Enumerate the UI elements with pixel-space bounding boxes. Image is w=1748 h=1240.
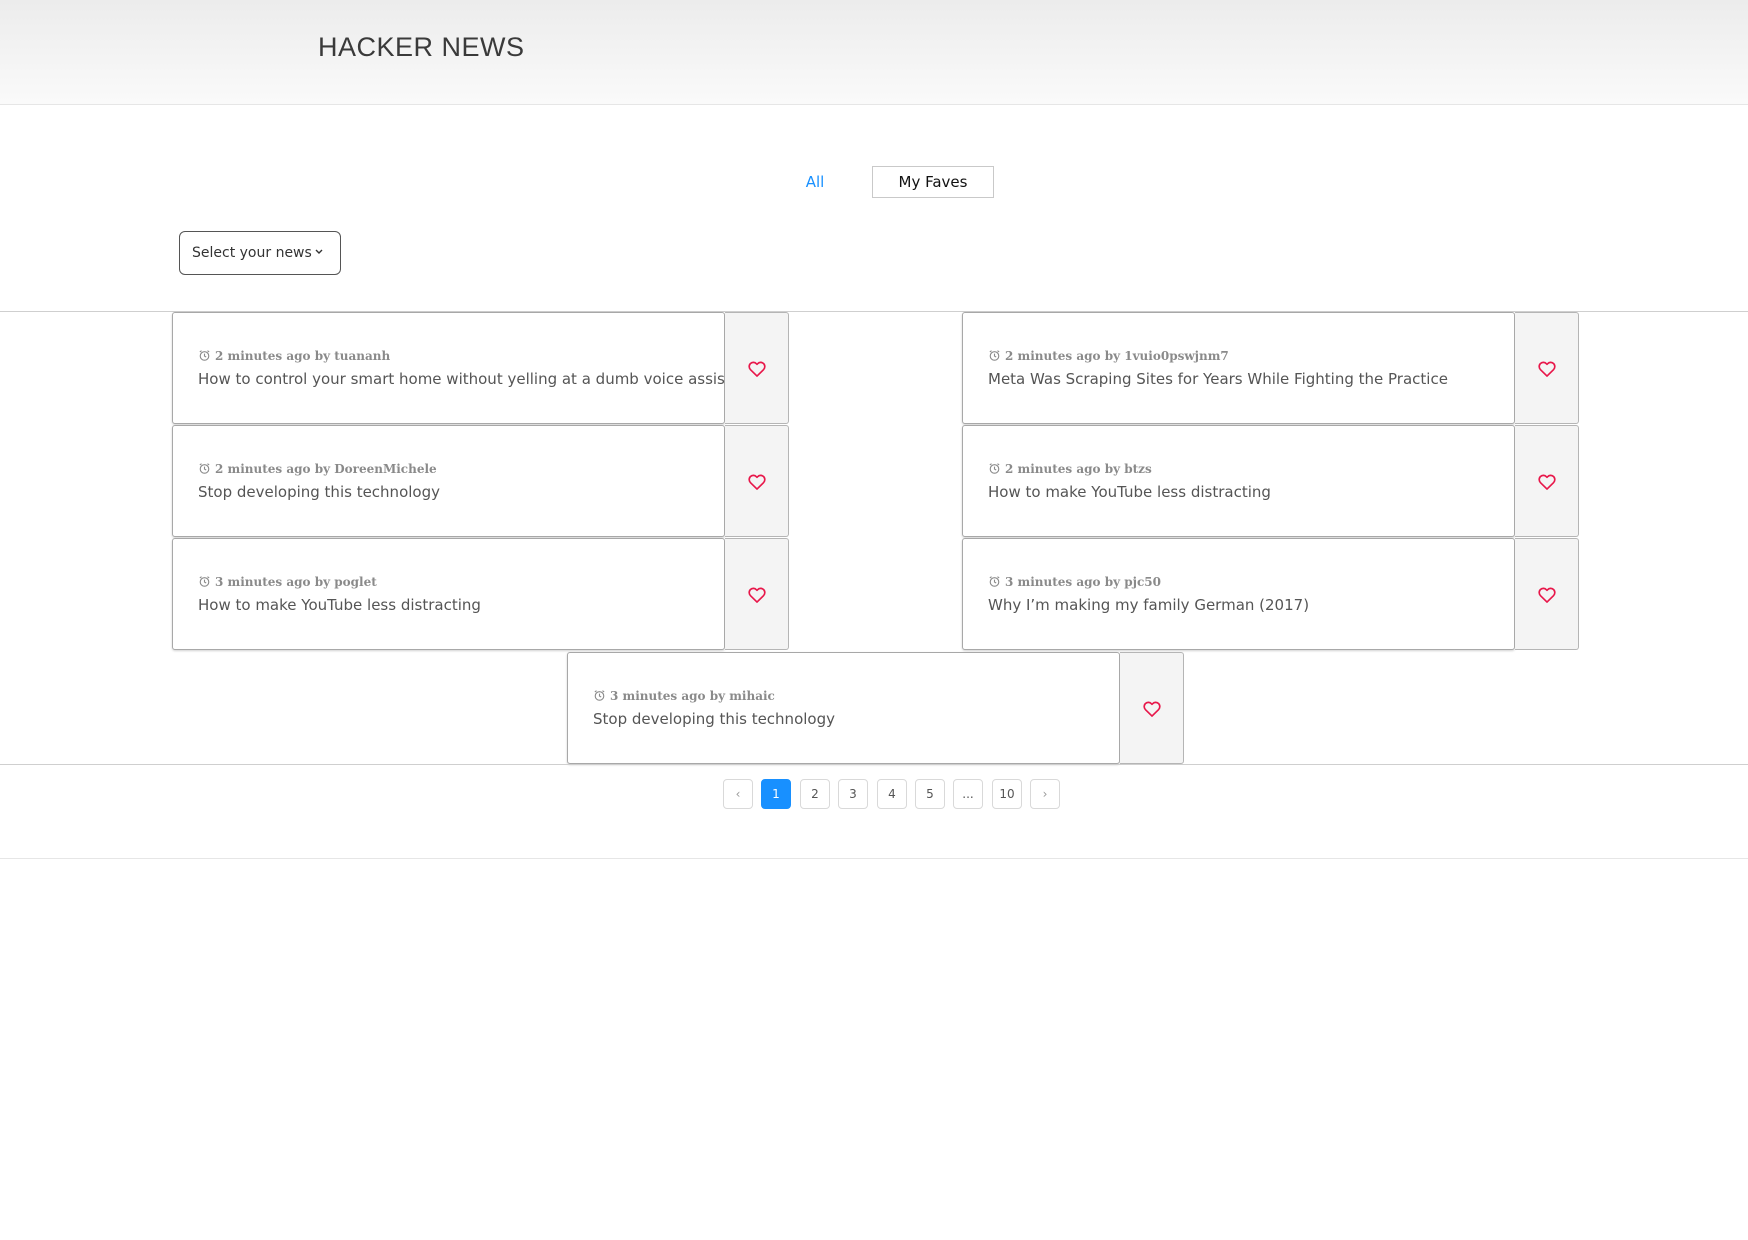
story-body[interactable]: 2 minutes ago by btzs How to make YouTube…	[962, 425, 1515, 537]
list-divider-bottom	[0, 764, 1748, 765]
favorite-button[interactable]	[1120, 652, 1184, 764]
news-select[interactable]: Select your news	[179, 231, 341, 275]
story-card: 3 minutes ago by mihaic Stop developing t…	[567, 652, 1184, 764]
story-body[interactable]: 2 minutes ago by tuananh How to control y…	[172, 312, 755, 424]
clock-icon	[989, 350, 1000, 361]
pagination-page-4[interactable]: 4	[877, 779, 907, 809]
clock-icon	[199, 463, 210, 474]
heart-icon	[748, 587, 766, 603]
story-meta-text: 2 minutes ago by DoreenMichele	[215, 462, 437, 476]
tab-my-faves[interactable]: My Faves	[872, 166, 994, 198]
story-title[interactable]: Why I’m making my family German (2017)	[988, 596, 1309, 614]
pagination-prev[interactable]: ‹	[723, 779, 753, 809]
clock-icon	[594, 690, 605, 701]
story-title[interactable]: Stop developing this technology	[593, 710, 835, 728]
tab-bar: All My Faves	[0, 166, 1748, 198]
clock-icon	[989, 576, 1000, 587]
pagination-page-5[interactable]: 5	[915, 779, 945, 809]
story-title[interactable]: How to make YouTube less distracting	[988, 483, 1271, 501]
story-card: 2 minutes ago by 1vuio0pswjnm7 Meta Was S…	[962, 312, 1579, 424]
pagination-page-3[interactable]: 3	[838, 779, 868, 809]
story-meta: 2 minutes ago by DoreenMichele	[198, 462, 437, 476]
pagination-page-2[interactable]: 2	[800, 779, 830, 809]
story-card: 2 minutes ago by tuananh How to control y…	[172, 312, 789, 424]
heart-icon	[1538, 587, 1556, 603]
story-card: 3 minutes ago by poglet How to make YouTu…	[172, 538, 789, 650]
pagination: ‹ 1 2 3 4 5 ... 10 ›	[0, 779, 1748, 811]
tab-all[interactable]: All	[790, 166, 840, 198]
favorite-button[interactable]	[725, 425, 789, 537]
story-body[interactable]: 3 minutes ago by pjc50 Why I’m making my …	[962, 538, 1515, 650]
story-title[interactable]: How to control your smart home without y…	[198, 370, 755, 388]
heart-icon	[1538, 361, 1556, 377]
story-body[interactable]: 2 minutes ago by 1vuio0pswjnm7 Meta Was S…	[962, 312, 1515, 424]
pagination-page-1[interactable]: 1	[761, 779, 791, 809]
heart-icon	[748, 361, 766, 377]
story-card: 2 minutes ago by btzs How to make YouTube…	[962, 425, 1579, 537]
app-title: HACKER NEWS	[318, 32, 525, 62]
pagination-page-10[interactable]: 10	[992, 779, 1022, 809]
pagination-next[interactable]: ›	[1030, 779, 1060, 809]
favorite-button[interactable]	[1515, 538, 1579, 650]
story-title[interactable]: Stop developing this technology	[198, 483, 440, 501]
story-meta: 2 minutes ago by 1vuio0pswjnm7	[988, 349, 1229, 363]
story-meta-text: 3 minutes ago by pjc50	[1005, 575, 1161, 589]
favorite-button[interactable]	[725, 538, 789, 650]
story-meta: 2 minutes ago by btzs	[988, 462, 1152, 476]
clock-icon	[989, 463, 1000, 474]
story-meta: 2 minutes ago by tuananh	[198, 349, 390, 363]
story-meta-text: 3 minutes ago by mihaic	[610, 689, 775, 703]
footer-divider	[0, 858, 1748, 859]
story-meta: 3 minutes ago by poglet	[198, 575, 377, 589]
story-meta-text: 2 minutes ago by btzs	[1005, 462, 1152, 476]
story-body[interactable]: 3 minutes ago by poglet How to make YouTu…	[172, 538, 725, 650]
story-meta-text: 2 minutes ago by tuananh	[215, 349, 391, 363]
story-meta: 3 minutes ago by mihaic	[593, 689, 775, 703]
story-meta: 3 minutes ago by pjc50	[988, 575, 1161, 589]
story-body[interactable]: 3 minutes ago by mihaic Stop developing t…	[567, 652, 1120, 764]
favorite-button[interactable]	[725, 312, 789, 424]
story-meta-text: 3 minutes ago by poglet	[215, 575, 377, 589]
story-card: 3 minutes ago by pjc50 Why I’m making my …	[962, 538, 1579, 650]
favorite-button[interactable]	[1515, 425, 1579, 537]
clock-icon	[199, 576, 210, 587]
clock-icon	[199, 350, 210, 361]
story-card: 2 minutes ago by DoreenMichele Stop devel…	[172, 425, 789, 537]
story-body[interactable]: 2 minutes ago by DoreenMichele Stop devel…	[172, 425, 725, 537]
pagination-ellipsis[interactable]: ...	[953, 779, 983, 809]
favorite-button[interactable]	[1515, 312, 1579, 424]
app-header: HACKER NEWS	[0, 0, 1748, 105]
heart-icon	[748, 474, 766, 490]
chevron-down-icon	[315, 249, 323, 254]
story-title[interactable]: How to make YouTube less distracting	[198, 596, 481, 614]
story-title[interactable]: Meta Was Scraping Sites for Years While …	[988, 370, 1448, 388]
heart-icon	[1143, 701, 1161, 717]
news-select-label: Select your news	[192, 245, 312, 261]
heart-icon	[1538, 474, 1556, 490]
story-meta-text: 2 minutes ago by 1vuio0pswjnm7	[1005, 349, 1229, 363]
